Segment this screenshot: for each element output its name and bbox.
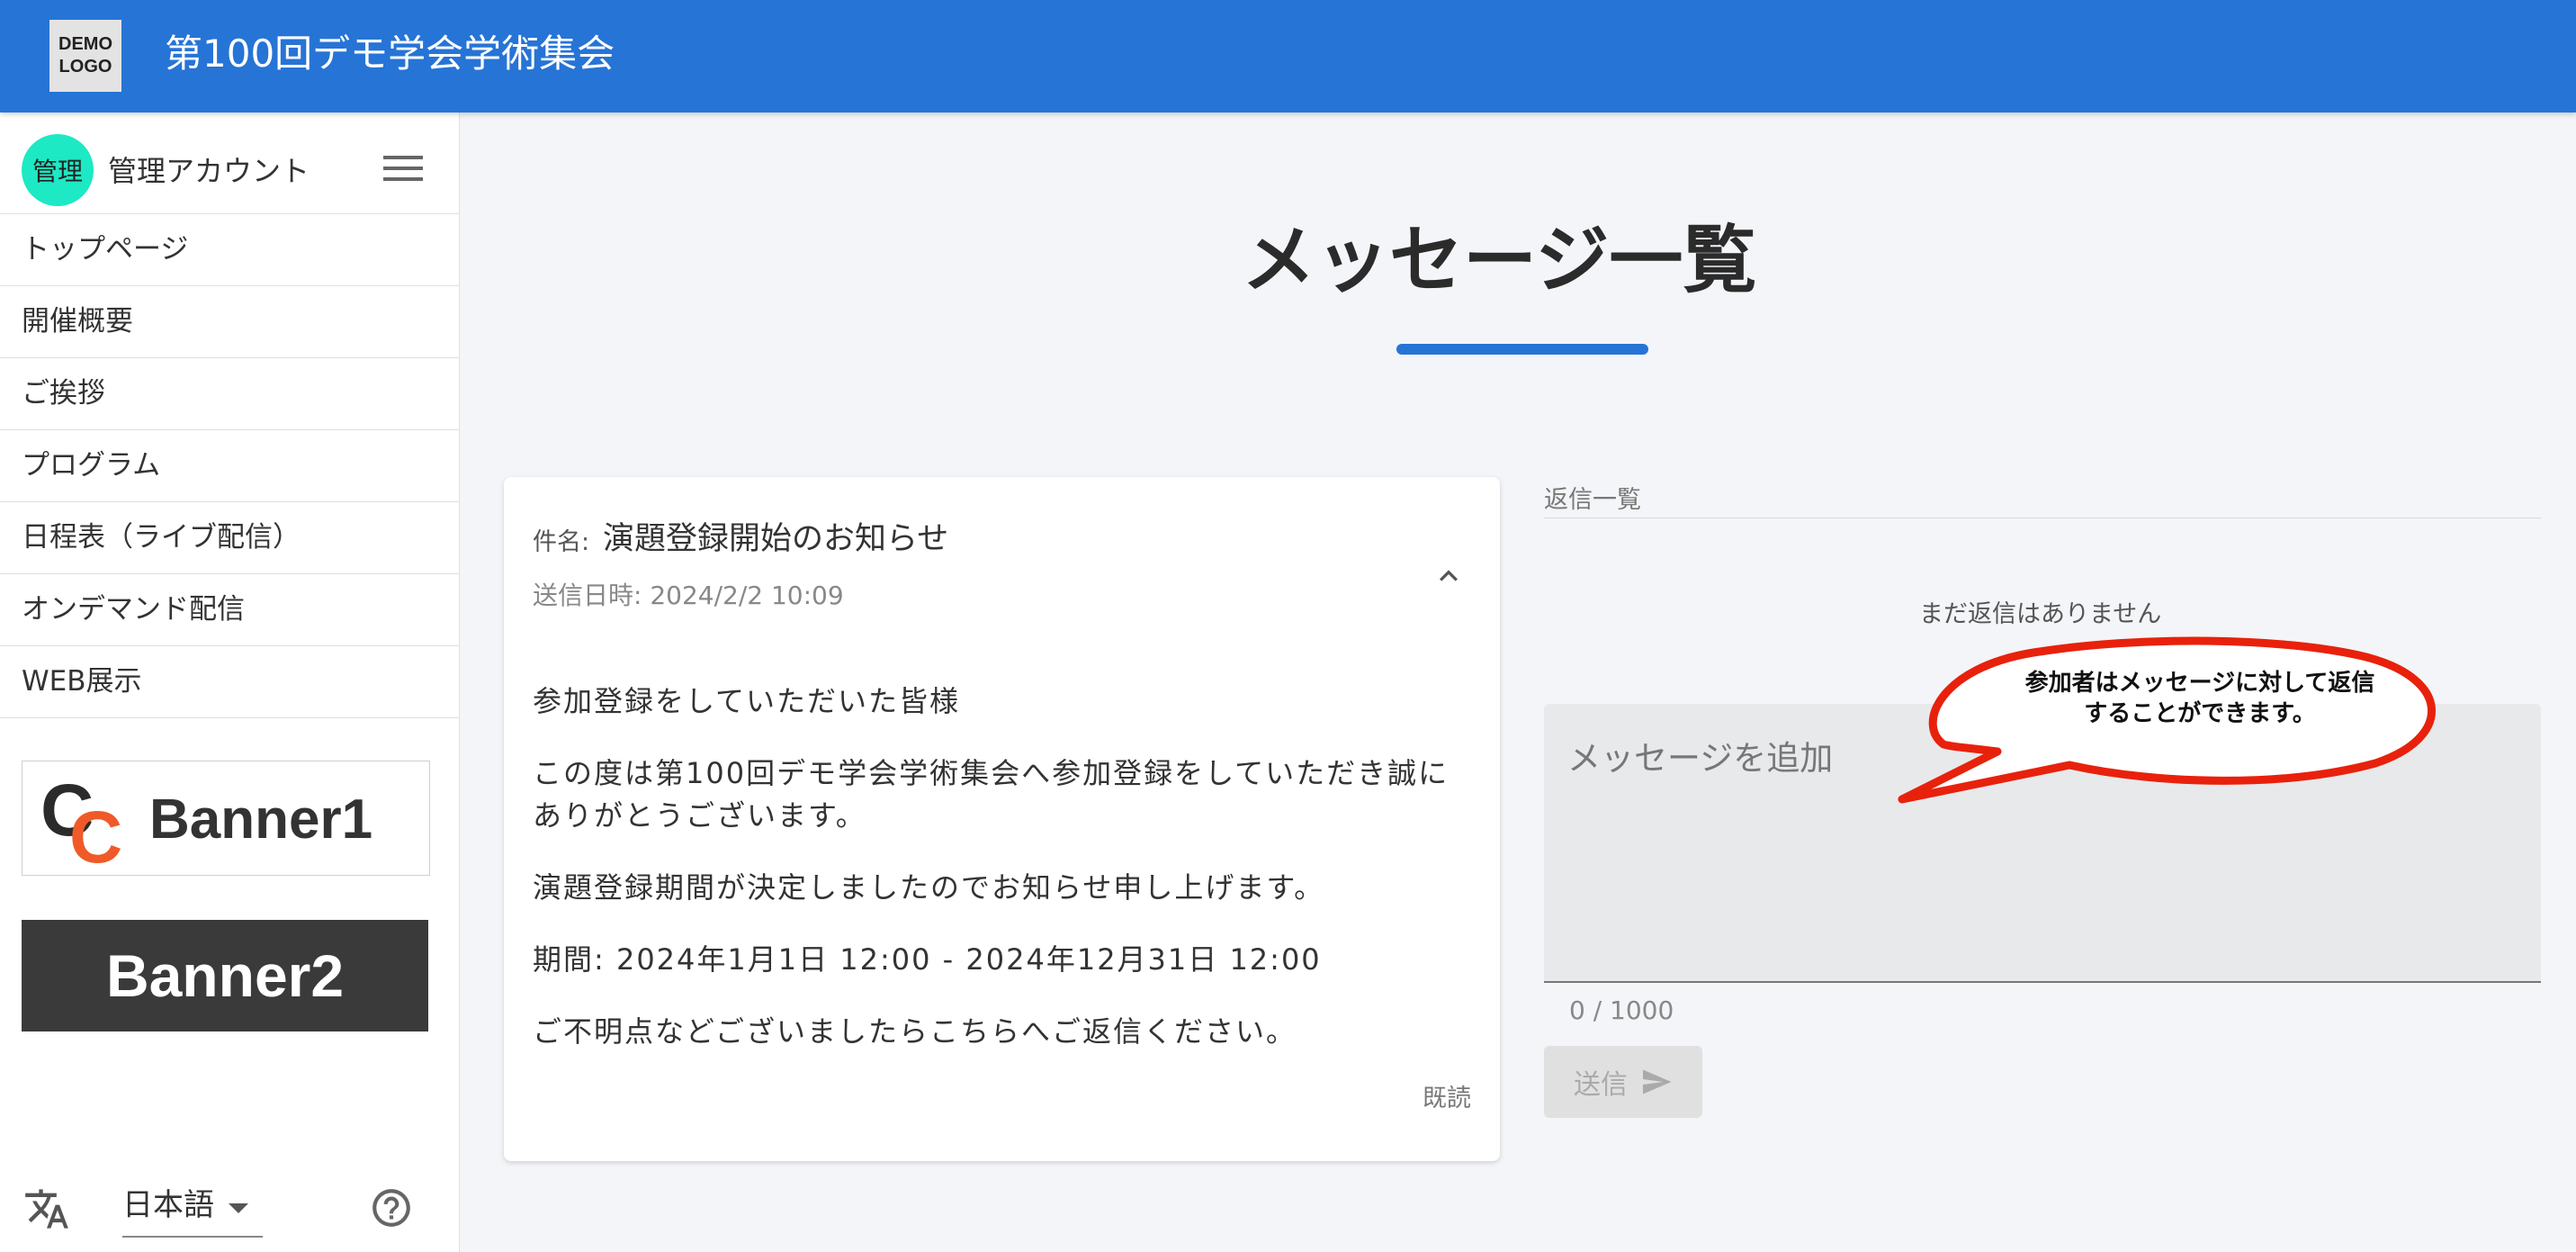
message-body-line: この度は第100回デモ学会学術集会へ参加登録をしていただき誠にありがとうございま…	[533, 756, 1450, 833]
banner1-text: Banner1	[149, 788, 373, 851]
callout-line-2: することができます。	[2084, 700, 2316, 727]
svg-text:C: C	[69, 797, 122, 875]
reply-input-placeholder: メッセージを追加	[1567, 739, 1834, 778]
character-counter: 0 / 1000	[1569, 995, 1674, 1025]
sidebar-item-schedule[interactable]: 日程表（ライブ配信）	[0, 502, 459, 574]
send-button[interactable]: 送信	[1544, 1046, 1702, 1118]
avatar: 管理	[22, 134, 94, 206]
message-sent-at: 送信日時: 2024/2/2 10:09	[533, 581, 844, 610]
sidebar-item-top[interactable]: トップページ	[0, 214, 459, 286]
sidebar-item-on-demand[interactable]: オンデマンド配信	[0, 574, 459, 646]
demo-logo[interactable]: DEMO LOGO	[49, 20, 121, 92]
sidebar-item-program[interactable]: プログラム	[0, 430, 459, 502]
sidebar: 管理 管理アカウント トップページ 開催概要 ご挨拶 プログラム 日程表（ライブ…	[0, 113, 460, 1252]
banner-1[interactable]: C C Banner1	[22, 761, 430, 876]
page-title: メッセージ一覧	[1242, 218, 1757, 303]
banner-2[interactable]: Banner2	[22, 920, 428, 1031]
language-selected: 日本語	[122, 1187, 214, 1223]
message-card: 件名: 演題登録開始のお知らせ 送信日時: 2024/2/2 10:09 参加登…	[504, 477, 1500, 1161]
hamburger-icon[interactable]	[383, 156, 423, 185]
sidebar-item-web-exhibition[interactable]: WEB展示	[0, 646, 459, 718]
message-body-line: 演題登録期間が決定しましたのでお知らせ申し上げます。	[533, 870, 1325, 905]
app-header: DEMO LOGO 第100回デモ学会学術集会	[0, 0, 2576, 113]
message-subject: 演題登録開始のお知らせ	[603, 521, 949, 557]
translate-icon[interactable]	[23, 1185, 70, 1232]
read-status: 既読	[1423, 1085, 1471, 1112]
callout-line-1: 参加者はメッセージに対して返信	[2024, 670, 2375, 697]
send-button-label: 送信	[1574, 1069, 1628, 1101]
logo-line-1: DEMO	[58, 34, 112, 54]
site-title[interactable]: 第100回デモ学会学術集会	[165, 27, 615, 81]
chevron-up-icon[interactable]	[1431, 558, 1467, 594]
no-replies-text: まだ返信はありません	[1919, 600, 2162, 628]
account-header: 管理 管理アカウント	[0, 113, 459, 214]
language-select[interactable]: 日本語	[122, 1178, 263, 1238]
help-circle-icon[interactable]	[369, 1185, 414, 1230]
send-icon	[1643, 1069, 1672, 1094]
replies-label: 返信一覧	[1544, 486, 1641, 514]
sidebar-nav: トップページ 開催概要 ご挨拶 プログラム 日程表（ライブ配信） オンデマンド配…	[0, 214, 459, 718]
title-underline	[1396, 344, 1648, 355]
sidebar-item-overview[interactable]: 開催概要	[0, 286, 459, 358]
banner1-cc-logo: C C	[40, 770, 122, 875]
sidebar-item-greeting[interactable]: ご挨拶	[0, 358, 459, 430]
message-body-line: 期間: 2024年1月1日 12:00 - 2024年12月31日 12:00	[533, 942, 1322, 977]
logo-line-2: LOGO	[58, 57, 112, 77]
account-name: 管理アカウント	[108, 154, 310, 188]
message-body-line: ご不明点などございましたらこちらへご返信ください。	[533, 1014, 1297, 1049]
chevron-down-icon	[229, 1203, 248, 1213]
callout-text: 参加者はメッセージに対して返信 することができます。	[1988, 668, 2411, 729]
message-body-line: 参加登録をしていただいた皆様	[533, 684, 961, 718]
subject-label: 件名:	[533, 528, 590, 556]
banner2-text: Banner2	[105, 942, 345, 1009]
